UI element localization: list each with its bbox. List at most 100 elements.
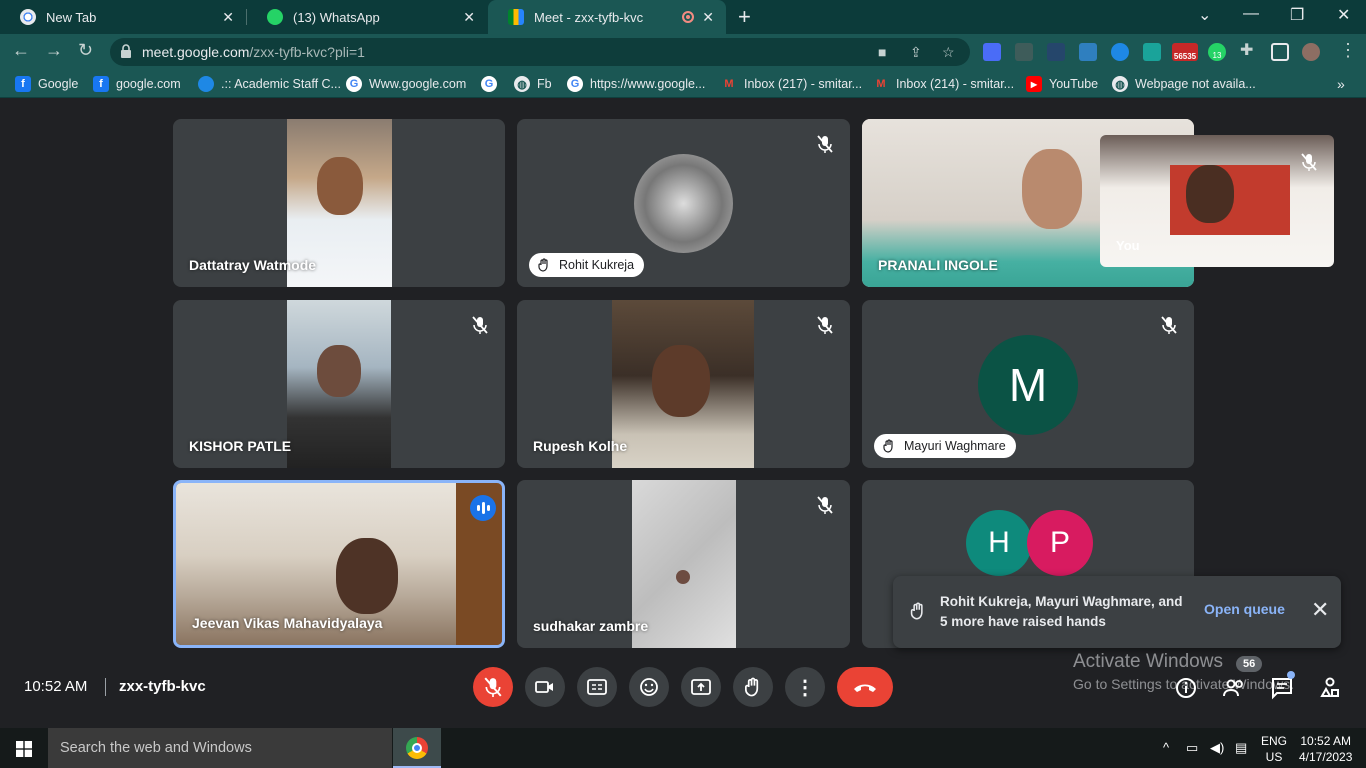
google-icon: G [567, 76, 583, 92]
leave-call-button[interactable] [837, 667, 893, 707]
person-head [336, 538, 398, 614]
avatar-initial: M [1008, 359, 1048, 411]
share-icon[interactable]: ⇪ [910, 44, 922, 61]
bookmark-google-blank[interactable]: G [481, 76, 504, 92]
open-queue-button[interactable]: Open queue [1204, 601, 1285, 617]
side-panel-icon[interactable] [1271, 43, 1289, 61]
taskbar-chrome-button[interactable] [393, 728, 441, 768]
participant-tile[interactable]: Rupesh Kolhe [517, 300, 850, 468]
extensions-puzzle-icon[interactable]: ✚ [1240, 40, 1253, 60]
new-tab-plus-icon[interactable]: + [738, 4, 751, 30]
captions-icon [587, 679, 607, 695]
taskbar-clock[interactable]: 10:52 AM 4/17/2023 [1299, 733, 1352, 765]
notifications-icon[interactable]: ▤ [1235, 740, 1247, 756]
participant-tile[interactable]: M Mayuri Waghmare [862, 300, 1194, 468]
bookmark-www-google[interactable]: G Www.google.com [346, 76, 466, 92]
bookmark-star-icon[interactable]: ☆ [942, 44, 955, 61]
raise-hand-button[interactable] [733, 667, 773, 707]
avatar-initial: H [988, 526, 1010, 559]
mic-toggle-button[interactable] [473, 667, 513, 707]
bookmark-google-com[interactable]: f google.com [93, 76, 181, 92]
self-view[interactable]: You [1100, 135, 1334, 267]
participant-name: KISHOR PATLE [189, 438, 292, 454]
back-icon[interactable]: ← [12, 40, 30, 61]
chrome-icon [20, 9, 36, 25]
bookmark-google-search[interactable]: Ghttps://www.google... [567, 76, 705, 92]
meeting-details-icon[interactable] [1174, 676, 1198, 700]
bookmark-fb[interactable]: ◍ Fb [514, 76, 552, 92]
bookmark-label: Fb [537, 77, 552, 91]
bookmarks-overflow-icon[interactable]: » [1337, 76, 1345, 92]
reactions-button[interactable] [629, 667, 669, 707]
camera-toggle-button[interactable] [525, 667, 565, 707]
menu-kebab-icon[interactable]: ⋮ [1339, 40, 1357, 61]
extension-icon[interactable] [1015, 43, 1033, 61]
extension-icon[interactable] [1111, 43, 1129, 61]
meeting-code: zxx-tyfb-kvc [119, 678, 206, 695]
tab-search-chevron-icon[interactable]: ⌄ [1198, 5, 1211, 25]
windows-start-icon[interactable] [16, 741, 32, 757]
people-icon[interactable] [1222, 676, 1246, 700]
mic-off-icon [1301, 153, 1317, 171]
close-tab-icon[interactable]: ✕ [463, 9, 475, 26]
forward-icon[interactable]: → [45, 40, 63, 61]
bookmark-youtube[interactable]: ▶ YouTube [1026, 76, 1098, 92]
tray-overflow-icon[interactable]: ^ [1163, 740, 1169, 755]
input-language[interactable]: ENG US [1261, 733, 1287, 765]
close-notification-icon[interactable]: ✕ [1311, 597, 1329, 623]
gmail-extension-icon[interactable]: 56535 [1172, 43, 1198, 61]
captions-button[interactable] [577, 667, 617, 707]
tab-meet[interactable]: Meet - zxx-tyfb-kvc ✕ [488, 0, 726, 34]
present-screen-button[interactable] [681, 667, 721, 707]
meet-icon [508, 9, 524, 25]
restore-icon[interactable]: ❐ [1290, 5, 1304, 25]
close-tab-icon[interactable]: ✕ [702, 9, 714, 26]
volume-icon[interactable]: ◀) [1210, 740, 1224, 756]
person-head [317, 157, 363, 215]
chat-icon[interactable] [1270, 676, 1294, 700]
extension-icon[interactable] [983, 43, 1001, 61]
participant-tile[interactable]: sudhakar zambre [517, 480, 850, 648]
present-icon [691, 679, 711, 695]
bookmark-academic-staff[interactable]: .:: Academic Staff C... [198, 76, 341, 92]
mic-off-icon [472, 316, 488, 334]
bookmark-google[interactable]: f Google [15, 76, 78, 92]
more-options-button[interactable]: ⋮ [785, 667, 825, 707]
close-window-icon[interactable]: ✕ [1337, 5, 1350, 25]
close-tab-icon[interactable]: ✕ [222, 9, 234, 26]
participant-tile[interactable]: Rohit Kukreja [517, 119, 850, 287]
participant-avatar: H [966, 510, 1032, 576]
taskbar-search[interactable]: Search the web and Windows [48, 728, 392, 768]
profile-avatar[interactable] [1302, 43, 1320, 61]
address-bar[interactable]: meet.google.com/zxx-tyfb-kvc?pli=1 ■ ⇪ ☆ [110, 38, 970, 66]
participant-tile[interactable]: KISHOR PATLE [173, 300, 505, 468]
dropbox-icon[interactable] [1079, 43, 1097, 61]
extension-icon[interactable] [1143, 43, 1161, 61]
globe-icon: ◍ [514, 76, 530, 92]
minimize-icon[interactable]: — [1243, 5, 1259, 23]
video-camera-icon [535, 681, 553, 693]
participant-name: Mayuri Waghmare [904, 439, 1006, 453]
whatsapp-extension-icon[interactable]: 13 [1208, 43, 1226, 61]
participant-avatar-photo [634, 154, 733, 253]
battery-icon[interactable]: ▭ [1186, 740, 1198, 756]
bookmark-label: Webpage not availa... [1135, 77, 1256, 91]
participant-tile-active-speaker[interactable]: Jeevan Vikas Mahavidyalaya [173, 480, 505, 648]
participant-tile[interactable]: Dattatray Watmode [173, 119, 505, 287]
tab-new-tab[interactable]: New Tab ✕ [0, 0, 246, 34]
extension-icon[interactable] [1047, 43, 1065, 61]
reload-icon[interactable]: ↻ [78, 40, 93, 61]
camera-blocked-icon[interactable]: ■ [878, 44, 886, 60]
raised-hand-icon [745, 677, 759, 697]
more-vert-icon: ⋮ [795, 676, 815, 699]
bookmark-inbox-217[interactable]: M Inbox (217) - smitar... [721, 76, 862, 92]
bookmark-inbox-214[interactable]: M Inbox (214) - smitar... [873, 76, 1014, 92]
activities-icon[interactable] [1318, 676, 1342, 700]
tab-whatsapp[interactable]: (13) WhatsApp ✕ [247, 0, 487, 34]
participant-name: PRANALI INGOLE [878, 257, 998, 273]
participant-avatar: M [978, 335, 1078, 435]
raised-hands-notification: Rohit Kukreja, Mayuri Waghmare, and 5 mo… [893, 576, 1341, 648]
divider [105, 678, 106, 696]
bookmark-webpage[interactable]: ◍ Webpage not availa... [1112, 76, 1256, 92]
hand-raised-pill: Mayuri Waghmare [874, 434, 1016, 458]
